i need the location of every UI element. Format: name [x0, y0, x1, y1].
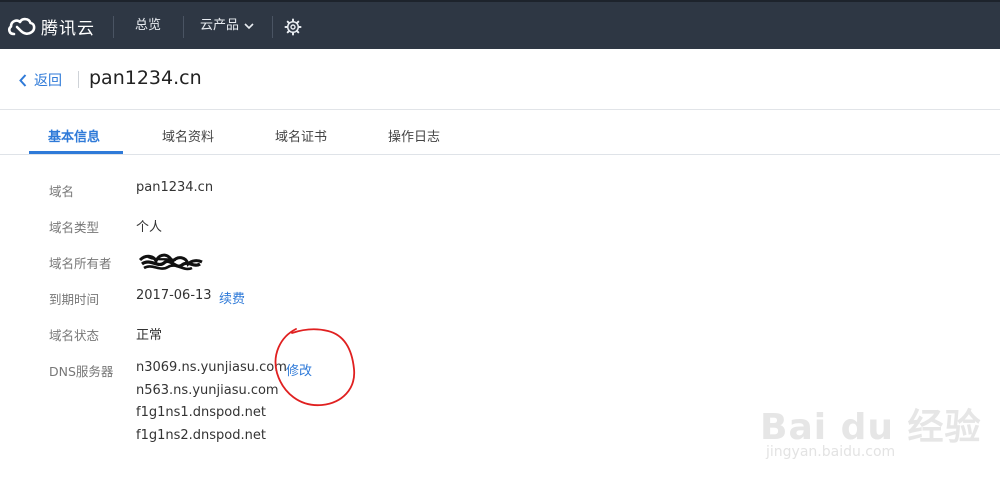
back-button[interactable]: 返回 — [19, 70, 62, 90]
nav-overview[interactable]: 总览 — [135, 16, 161, 36]
tab-domain-certificate[interactable]: 域名证书 — [275, 126, 327, 145]
dns-server-4: f1g1ns2.dnspod.net — [136, 428, 266, 443]
nav-cloud-products[interactable]: 云产品 — [200, 16, 254, 36]
watermark-main: Bai du 经验 — [760, 407, 982, 448]
top-navbar: 腾讯云 总览 云产品 — [0, 0, 1000, 49]
nav-divider — [272, 16, 273, 38]
domain-value: pan1234.cn — [136, 180, 214, 195]
domain-status-value: 正常 — [136, 328, 163, 343]
cloud-logo-icon — [8, 17, 36, 36]
back-label: 返回 — [34, 73, 62, 89]
page-header: 返回 pan1234.cn — [0, 49, 1000, 110]
active-tab-indicator — [29, 151, 123, 154]
domain-status-label: 域名状态 — [49, 328, 100, 343]
domain-label: 域名 — [49, 184, 75, 199]
domain-type-label: 域名类型 — [49, 220, 100, 235]
watermark-url: jingyan.baidu.com — [766, 444, 896, 460]
gear-icon[interactable] — [284, 18, 302, 36]
nav-cloud-products-label: 云产品 — [200, 18, 240, 33]
header-divider — [78, 71, 79, 88]
page-title: pan1234.cn — [89, 67, 202, 89]
brand-name: 腾讯云 — [41, 18, 95, 39]
nav-divider — [183, 16, 184, 38]
tab-domain-profile[interactable]: 域名资料 — [162, 126, 214, 145]
chevron-down-icon — [244, 23, 254, 30]
dns-server-3: f1g1ns1.dnspod.net — [136, 405, 266, 420]
tab-basic-info[interactable]: 基本信息 — [48, 126, 100, 145]
brand-logo[interactable]: 腾讯云 — [6, 11, 95, 41]
chevron-left-icon — [19, 73, 27, 87]
domain-owner-label: 域名所有者 — [49, 256, 112, 271]
baidu-jingyan-watermark: Bai du 经验 jingyan.baidu.com — [760, 398, 995, 468]
dns-label: DNS服务器 — [49, 364, 114, 379]
nav-divider — [113, 16, 114, 38]
tab-bar: 基本信息 域名资料 域名证书 操作日志 — [0, 110, 1000, 155]
dns-server-1: n3069.ns.yunjiasu.com — [136, 360, 287, 375]
renew-link[interactable]: 续费 — [219, 288, 245, 307]
expiry-label: 到期时间 — [49, 292, 100, 307]
expiry-date: 2017-06-13 — [136, 288, 212, 303]
tab-operation-log[interactable]: 操作日志 — [388, 126, 440, 145]
redacted-owner-scribble — [138, 253, 203, 271]
annotation-circle — [274, 328, 355, 406]
domain-type-value: 个人 — [136, 220, 163, 235]
dns-server-2: n563.ns.yunjiasu.com — [136, 383, 279, 398]
